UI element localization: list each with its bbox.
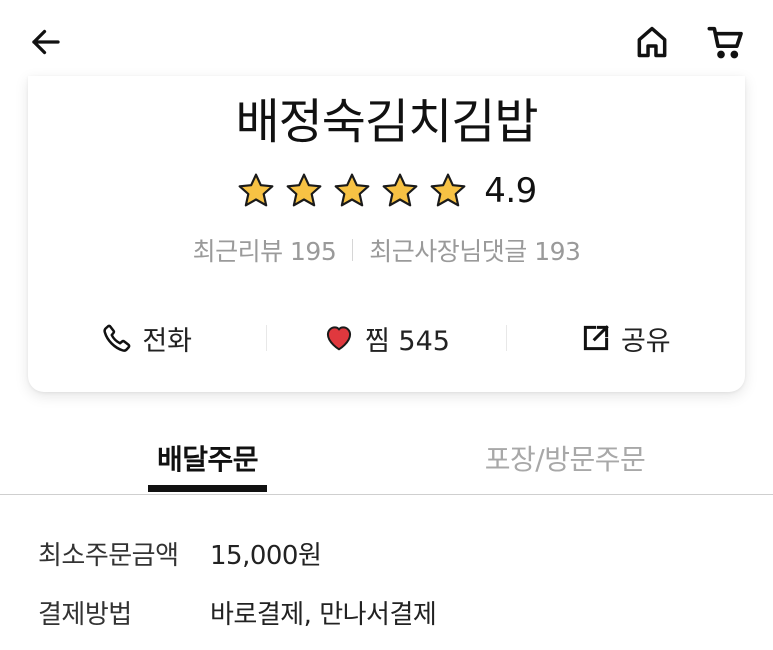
share-icon: [583, 325, 609, 351]
payment-method-row: 결제방법 바로결제, 만나서결제: [38, 594, 437, 631]
arrow-left-icon: [32, 29, 60, 55]
like-button[interactable]: 찜 545: [267, 312, 505, 364]
home-icon: [637, 26, 667, 58]
star-rating: [236, 171, 468, 211]
star-icon: [382, 173, 418, 207]
back-button[interactable]: [22, 18, 70, 66]
store-info-card: 배정숙김치김밥 4.9 최근리뷰 195 최근사장님댓글 193 전화 찜 54…: [28, 76, 745, 392]
recent-owner-replies-link[interactable]: 최근사장님댓글 193: [369, 232, 581, 268]
payment-method-label: 결제방법: [38, 600, 132, 630]
store-page: 배정숙김치김밥 4.9 최근리뷰 195 최근사장님댓글 193 전화 찜 54…: [0, 0, 773, 650]
store-name: 배정숙김치김밥: [235, 94, 538, 150]
payment-method-value: 바로결제, 만나서결제: [210, 600, 437, 630]
tab-pickup-order[interactable]: 포장/방문주문: [470, 438, 660, 478]
min-order-value: 15,000원: [210, 541, 322, 571]
like-count: 찜 545: [365, 325, 450, 357]
min-order-label: 최소주문금액: [38, 541, 179, 571]
star-icon: [238, 173, 274, 207]
review-stats: 최근리뷰 195 최근사장님댓글 193: [28, 232, 745, 268]
heart-icon: [326, 326, 352, 351]
min-order-row: 최소주문금액 15,000원: [38, 535, 322, 572]
active-tab-indicator: [148, 485, 267, 492]
star-icon: [334, 173, 370, 207]
star-icon: [430, 173, 466, 207]
call-button[interactable]: 전화: [28, 312, 266, 364]
call-label: 전화: [142, 325, 192, 357]
divider: [352, 239, 354, 261]
phone-icon: [103, 324, 131, 352]
rating-value: 4.9: [484, 171, 537, 211]
home-button[interactable]: [628, 18, 676, 66]
cart-button[interactable]: [702, 18, 750, 66]
order-type-tabs: 배달주문 포장/방문주문: [0, 420, 773, 495]
rating-row: 4.9: [28, 168, 745, 214]
share-button[interactable]: 공유: [507, 312, 745, 364]
star-icon: [286, 173, 322, 207]
share-label: 공유: [620, 325, 671, 357]
store-actions: 전화 찜 545 공유: [28, 312, 745, 364]
recent-reviews-link[interactable]: 최근리뷰 195: [193, 232, 337, 268]
tab-delivery-order[interactable]: 배달주문: [148, 438, 267, 478]
cart-icon: [707, 26, 743, 59]
top-navigation: [0, 0, 773, 84]
